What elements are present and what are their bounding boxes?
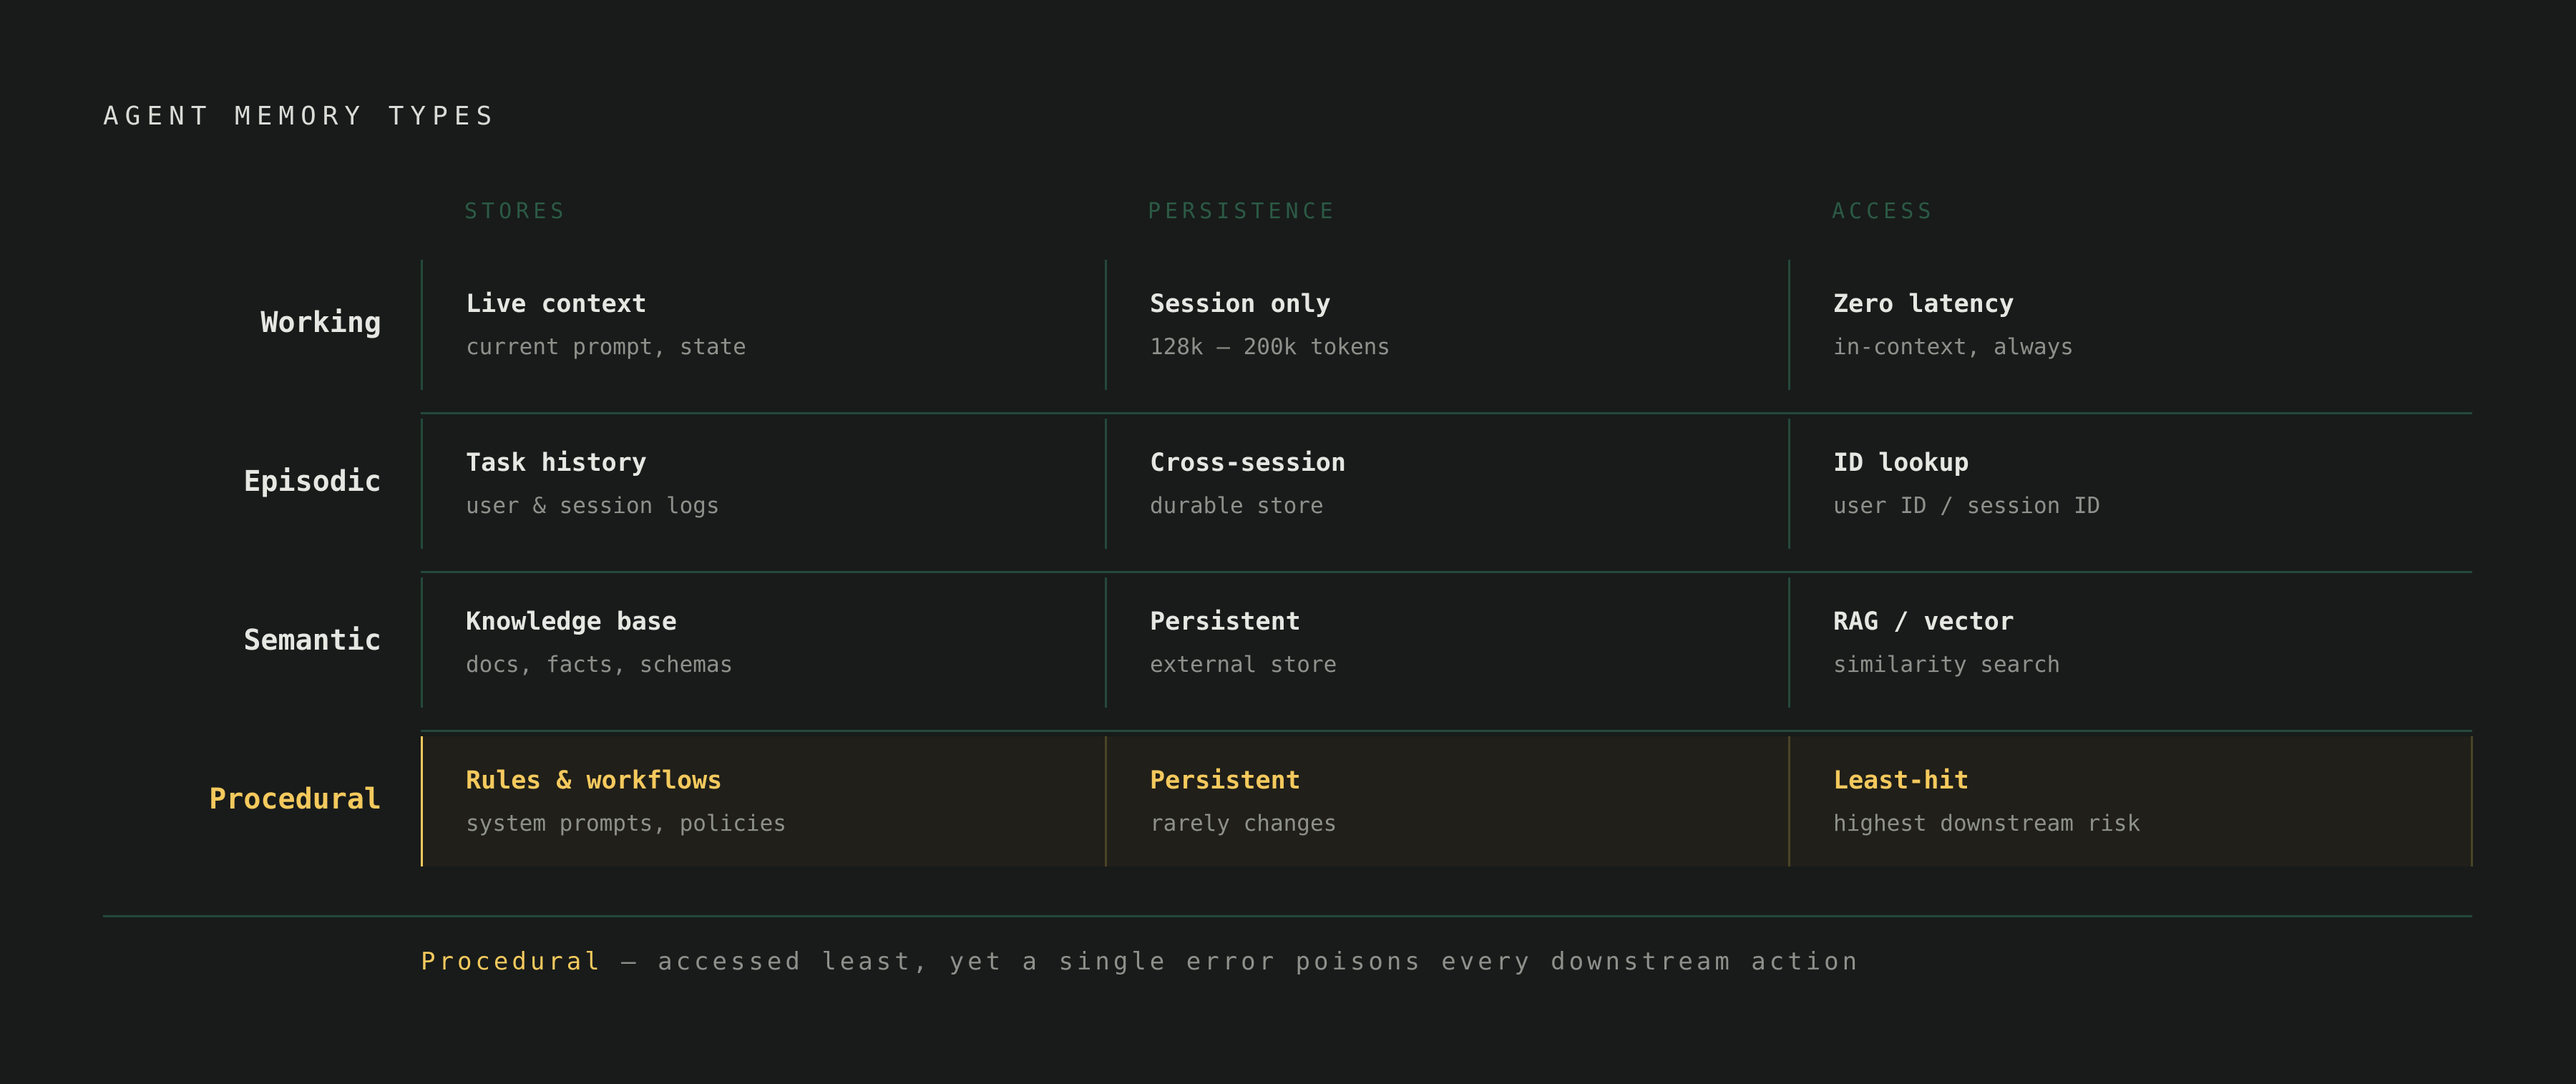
cell-secondary: rarely changes [1150, 811, 1337, 836]
column-header-stores: STORES [464, 199, 568, 224]
cell-secondary: docs, facts, schemas [466, 652, 733, 678]
cell-secondary: external store [1150, 652, 1337, 678]
cell-secondary: user & session logs [466, 493, 720, 519]
cell-semantic-stores: Knowledge base docs, facts, schemas [421, 577, 1105, 708]
cell-episodic-stores: Task history user & session logs [421, 419, 1105, 549]
cell-working-access: Zero latency in-context, always [1788, 260, 2472, 390]
cell-procedural-access: Least-hit highest downstream risk [1788, 736, 2471, 866]
cell-primary: Persistent [1150, 607, 1301, 636]
cell-secondary: highest downstream risk [1833, 811, 2141, 836]
row-label-episodic: Episodic [243, 465, 381, 498]
cell-episodic-access: ID lookup user ID / session ID [1788, 419, 2472, 549]
cell-secondary: durable store [1150, 493, 1324, 519]
column-header-access: ACCESS [1832, 199, 1936, 224]
cell-primary: Least-hit [1833, 766, 1969, 795]
cell-primary: Persistent [1150, 766, 1301, 795]
cell-primary: Task history [466, 449, 647, 477]
footnote-text: — accessed least, yet a single error poi… [602, 947, 1861, 976]
cell-procedural-stores: Rules & workflows system prompts, polici… [421, 736, 1105, 866]
cell-primary: Knowledge base [466, 607, 678, 636]
procedural-row-end-border [2471, 736, 2473, 866]
cell-secondary: in-context, always [1833, 334, 2074, 360]
cell-primary: Zero latency [1833, 290, 2014, 318]
footer-rule [103, 915, 2472, 917]
cell-primary: Rules & workflows [466, 766, 723, 795]
cell-primary: ID lookup [1833, 449, 1969, 477]
cell-working-stores: Live context current prompt, state [421, 260, 1105, 390]
row-label-procedural: Procedural [209, 783, 381, 816]
cell-primary: RAG / vector [1833, 607, 2014, 636]
page-title: AGENT MEMORY TYPES [103, 102, 499, 131]
cell-working-persistence: Session only 128k – 200k tokens [1105, 260, 1788, 390]
cell-primary: Session only [1150, 290, 1331, 318]
column-header-persistence: PERSISTENCE [1148, 199, 1337, 224]
cell-semantic-persistence: Persistent external store [1105, 577, 1788, 708]
cell-secondary: similarity search [1833, 652, 2061, 678]
cell-semantic-access: RAG / vector similarity search [1788, 577, 2472, 708]
cell-secondary: 128k – 200k tokens [1150, 334, 1390, 360]
row-label-semantic: Semantic [243, 624, 381, 657]
cell-secondary: user ID / session ID [1833, 493, 2101, 519]
cell-primary: Live context [466, 290, 647, 318]
cell-primary: Cross-session [1150, 449, 1346, 477]
footnote: Procedural — accessed least, yet a singl… [421, 947, 1860, 976]
cell-secondary: current prompt, state [466, 334, 746, 360]
cell-secondary: system prompts, policies [466, 811, 786, 836]
cell-episodic-persistence: Cross-session durable store [1105, 419, 1788, 549]
row-label-working: Working [260, 306, 381, 339]
cell-procedural-persistence: Persistent rarely changes [1105, 736, 1788, 866]
row-divider [421, 730, 2472, 732]
row-divider [421, 571, 2472, 573]
footnote-emphasis: Procedural [421, 947, 603, 976]
row-divider [421, 412, 2472, 414]
